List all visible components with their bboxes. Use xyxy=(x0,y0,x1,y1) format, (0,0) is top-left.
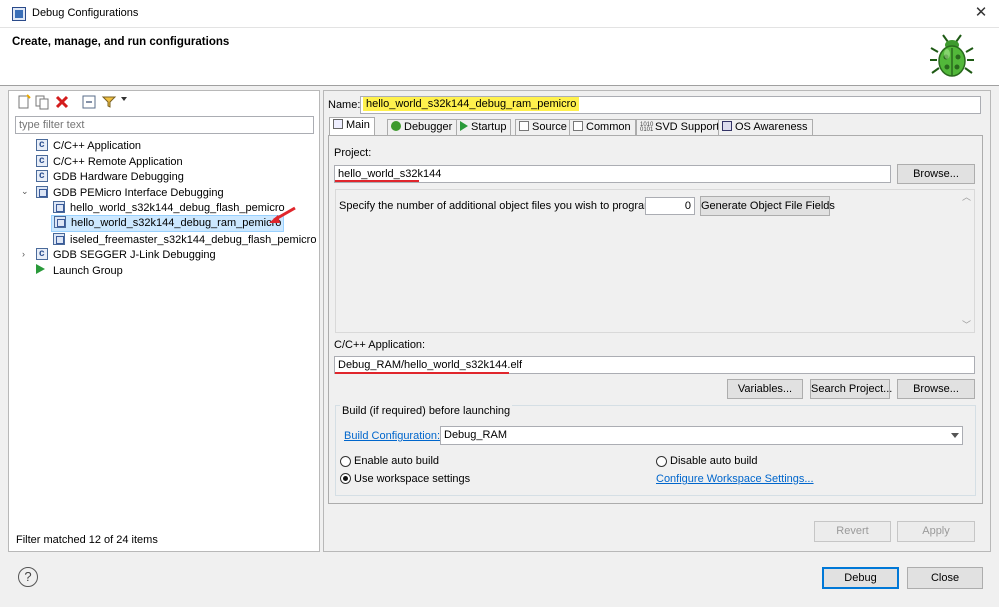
project-browse-button[interactable]: Browse... xyxy=(897,164,975,184)
c-config-icon xyxy=(36,246,48,261)
enable-auto-build-radio[interactable] xyxy=(340,456,351,467)
new-configuration-icon[interactable] xyxy=(16,94,32,110)
source-icon xyxy=(519,121,529,131)
configure-workspace-settings-link[interactable]: Configure Workspace Settings... xyxy=(656,473,814,485)
delete-icon[interactable] xyxy=(54,94,70,110)
tab-label: Startup xyxy=(471,121,507,133)
tree-item-c-application[interactable]: C/C++ Application xyxy=(36,137,142,154)
tree-item-launch-group[interactable]: Launch Group xyxy=(36,264,123,279)
search-project-button[interactable]: Search Project... xyxy=(810,379,892,399)
tab-label: SVD Support xyxy=(655,121,720,133)
c-config-icon xyxy=(36,153,48,168)
c-config-icon xyxy=(36,137,48,152)
debug-configurations-app-icon xyxy=(12,7,26,21)
bug-icon xyxy=(391,121,401,131)
close-button[interactable]: Close xyxy=(907,567,983,589)
project-annotation-underline xyxy=(335,180,419,182)
tree-item-label: GDB SEGGER J-Link Debugging xyxy=(53,249,216,261)
object-files-count-field[interactable]: 0 xyxy=(645,197,695,215)
enable-auto-build-label: Enable auto build xyxy=(354,455,440,467)
tab-label: Common xyxy=(586,121,631,133)
pemicro-icon xyxy=(53,201,65,213)
tab-label: Main xyxy=(346,119,370,131)
scroll-down-icon[interactable]: ﹀ xyxy=(962,318,971,331)
startup-icon xyxy=(460,121,468,131)
filter-input[interactable] xyxy=(15,116,314,134)
tab-common[interactable]: Common xyxy=(569,119,636,136)
c-config-icon xyxy=(36,168,48,183)
chevron-down-icon[interactable] xyxy=(951,433,959,438)
build-group-title: Build (if required) before launching xyxy=(340,405,513,417)
tree-item-gdb-hardware-debugging[interactable]: GDB Hardware Debugging xyxy=(36,168,184,185)
view-menu-dropdown-icon[interactable] xyxy=(121,97,127,101)
use-workspace-settings-label: Use workspace settings xyxy=(354,473,471,485)
tab-debugger[interactable]: Debugger xyxy=(387,119,458,136)
pemicro-icon xyxy=(53,233,65,245)
tree-item-iseled-flash-pemicro[interactable]: iseled_freemaster_s32k144_debug_flash_pe… xyxy=(53,233,316,248)
scroll-up-icon[interactable]: ︿ xyxy=(962,190,971,203)
main-tab-icon xyxy=(333,119,343,129)
tree-item-flash-pemicro[interactable]: hello_world_s32k144_debug_flash_pemicro xyxy=(53,201,285,216)
common-icon xyxy=(573,121,583,131)
tree-item-c-remote-application[interactable]: C/C++ Remote Application xyxy=(36,153,183,170)
annotation-arrow-icon xyxy=(269,206,296,223)
debug-button[interactable]: Debug xyxy=(822,567,899,589)
pemicro-icon xyxy=(54,216,66,228)
build-configuration-link[interactable]: Build Configuration: xyxy=(344,430,440,442)
help-icon[interactable]: ? xyxy=(18,567,38,587)
project-label: Project: xyxy=(334,147,372,159)
tab-label: OS Awareness xyxy=(735,121,808,133)
tree-item-gdb-segger-jlink[interactable]: GDB SEGGER J-Link Debugging xyxy=(36,246,216,263)
application-annotation-underline xyxy=(335,372,509,374)
revert-button[interactable]: Revert xyxy=(814,521,891,542)
tree-item-label: GDB PEMicro Interface Debugging xyxy=(53,187,224,199)
disable-auto-build-label: Disable auto build xyxy=(670,455,758,467)
filter-configurations-icon[interactable] xyxy=(101,94,117,110)
window-title: Debug Configurations xyxy=(32,7,139,19)
object-files-label: Specify the number of additional object … xyxy=(339,200,657,212)
filter-status: Filter matched 12 of 24 items xyxy=(16,534,158,546)
application-browse-button[interactable]: Browse... xyxy=(897,379,975,399)
os-icon xyxy=(722,121,732,131)
name-field-value: hello_world_s32k144_debug_ram_pemicro xyxy=(363,97,580,111)
generate-object-file-fields-button[interactable]: Generate Object File Fields xyxy=(700,196,835,216)
debug-bug-icon xyxy=(930,34,974,77)
tab-main[interactable]: Main xyxy=(329,117,375,136)
tab-svd-support[interactable]: 1010 0101 SVD Support xyxy=(636,119,725,136)
svd-binary-icon: 1010 0101 xyxy=(640,122,654,133)
tree-item-label: iseled_freemaster_s32k144_debug_flash_pe… xyxy=(70,234,317,246)
tree-item-label: C/C++ Application xyxy=(53,140,142,152)
tree-item-label: hello_world_s32k144_debug_ram_pemicro xyxy=(71,217,282,229)
expand-chevron-down-icon[interactable]: ⌄ xyxy=(21,186,29,197)
build-configuration-select[interactable]: Debug_RAM xyxy=(440,426,963,445)
use-workspace-settings-radio[interactable] xyxy=(340,473,351,484)
tab-startup[interactable]: Startup xyxy=(456,119,512,136)
banner-title: Create, manage, and run configurations xyxy=(12,36,230,48)
tree-item-label: hello_world_s32k144_debug_flash_pemicro xyxy=(70,202,285,214)
tab-os-awareness[interactable]: OS Awareness xyxy=(718,119,813,136)
launch-icon xyxy=(36,264,45,274)
tree-item-label: GDB Hardware Debugging xyxy=(53,171,184,183)
window-close-icon[interactable]: ✕ xyxy=(970,3,992,23)
apply-button[interactable]: Apply xyxy=(897,521,975,542)
title-bar xyxy=(0,0,999,28)
app-label: C/C++ Application: xyxy=(334,339,426,351)
collapse-all-icon[interactable] xyxy=(81,94,97,110)
tab-source[interactable]: Source xyxy=(515,119,572,136)
duplicate-icon[interactable] xyxy=(34,94,50,110)
disable-auto-build-radio[interactable] xyxy=(656,456,667,467)
tree-item-label: Launch Group xyxy=(53,265,123,277)
name-label: Name: xyxy=(328,99,361,111)
tab-label: Source xyxy=(532,121,567,133)
tree-item-label: C/C++ Remote Application xyxy=(53,156,183,168)
expand-chevron-right-icon[interactable]: › xyxy=(22,249,25,259)
pemicro-icon xyxy=(36,186,48,198)
tab-label: Debugger xyxy=(404,121,453,133)
tree-item-ram-pemicro-selected[interactable]: hello_world_s32k144_debug_ram_pemicro xyxy=(51,215,285,232)
variables-button[interactable]: Variables... xyxy=(727,379,803,399)
tree-item-gdb-pemicro[interactable]: GDB PEMicro Interface Debugging xyxy=(36,186,224,201)
